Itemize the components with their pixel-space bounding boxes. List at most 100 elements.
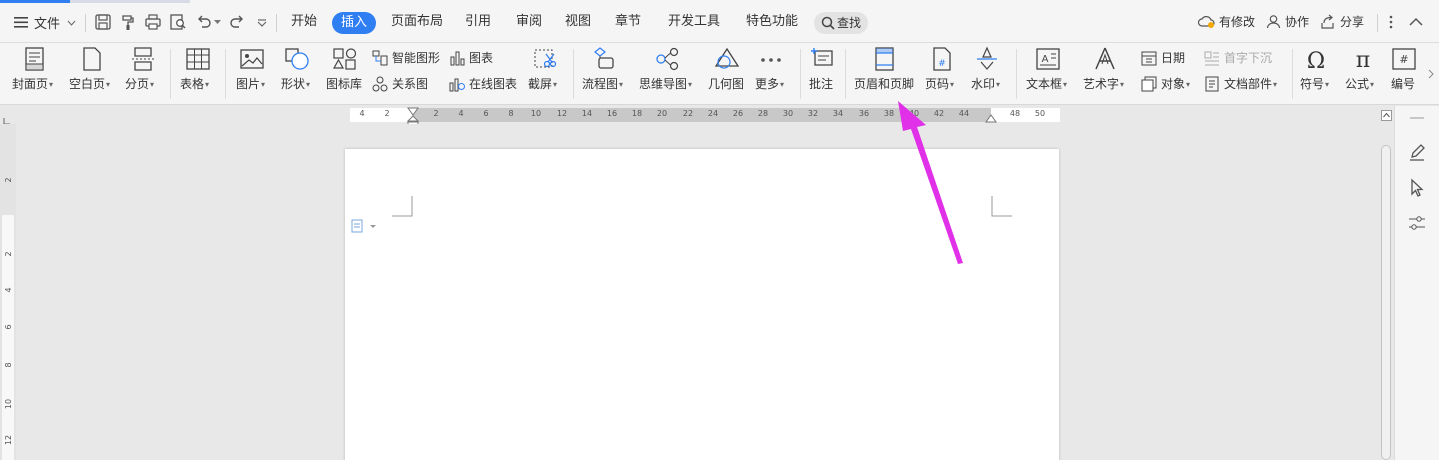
ruler-tick-label: 10 — [530, 109, 542, 118]
panel-menu-icon[interactable] — [1407, 108, 1427, 128]
right-indent-marker[interactable] — [985, 113, 997, 123]
vertical-scrollbar[interactable] — [1381, 145, 1391, 460]
tab-view[interactable]: 视图 — [565, 13, 591, 31]
tab-special-features[interactable]: 特色功能 — [746, 13, 798, 31]
mindmap-button[interactable]: 思维导图▾ — [638, 43, 700, 105]
formula-button[interactable]: π 公式▾ — [1344, 43, 1384, 105]
picture-button[interactable]: 图片▾ — [234, 43, 274, 105]
margin-corner-top-left — [392, 196, 413, 217]
header-footer-button[interactable]: 页眉和页脚 — [852, 43, 918, 105]
more-options-icon[interactable] — [1389, 15, 1393, 29]
page-number-button[interactable]: # 页码▾ — [924, 43, 964, 105]
online-chart-button[interactable]: 在线图表 — [449, 75, 521, 93]
relation-chart-button[interactable]: 关系图 — [372, 75, 434, 93]
pi-icon: π — [1356, 48, 1370, 73]
ruler-tick-label: 30 — [782, 109, 794, 118]
page-number-icon: # — [933, 47, 951, 71]
vertical-ruler-tick-label: 10 — [4, 398, 13, 410]
customize-toolbar-icon[interactable] — [257, 19, 267, 27]
watermark-button[interactable]: 水印▾ — [970, 43, 1010, 105]
numbering-button[interactable]: # 编号 — [1389, 43, 1421, 105]
tab-review[interactable]: 审阅 — [516, 13, 542, 31]
paste-options-icon[interactable] — [351, 219, 379, 233]
tab-insert[interactable]: 插入 — [332, 12, 377, 34]
ruler-tick-label: 44 — [958, 109, 970, 118]
ruler-tick-label: 2 — [384, 109, 390, 118]
print-icon[interactable] — [144, 13, 162, 31]
object-button[interactable]: 对象▾ — [1141, 75, 1201, 93]
save-icon[interactable] — [94, 13, 112, 31]
icon-library-button[interactable]: 图标库 — [324, 43, 368, 105]
shape-button[interactable]: 形状▾ — [279, 43, 319, 105]
vertical-ruler-tick-label: 2 — [4, 177, 13, 183]
divider — [225, 49, 226, 99]
wordart-button[interactable]: 艺术字▾ — [1082, 43, 1132, 105]
formula-label: 公式 — [1345, 77, 1370, 91]
watermark-icon — [977, 46, 997, 70]
table-button[interactable]: 表格▾ — [178, 43, 218, 105]
print-preview-icon[interactable] — [169, 13, 187, 31]
more-label: 更多 — [755, 77, 780, 91]
tab-developer[interactable]: 开发工具 — [668, 13, 720, 31]
relation-chart-label: 关系图 — [392, 77, 429, 91]
document-page[interactable] — [345, 149, 1059, 460]
textbox-button[interactable]: A 文本框▾ — [1025, 43, 1075, 105]
collaborate-label: 协作 — [1285, 15, 1310, 29]
share-label: 分享 — [1340, 15, 1365, 29]
comment-button[interactable]: 批注 — [806, 43, 840, 105]
icon-library-icon — [332, 48, 357, 70]
symbol-button[interactable]: Ω 符号▾ — [1299, 43, 1339, 105]
tab-chapter[interactable]: 章节 — [615, 13, 641, 31]
ruler-tick-label: 22 — [682, 109, 694, 118]
date-button[interactable]: 日期 — [1141, 49, 1191, 67]
hamburger-icon — [14, 17, 28, 28]
tab-page-layout[interactable]: 页面布局 — [391, 13, 443, 31]
relation-chart-icon — [372, 76, 388, 92]
edit-pen-icon[interactable] — [1407, 142, 1427, 162]
file-menu[interactable]: 文件 — [12, 12, 78, 34]
search-button[interactable]: 查找 — [814, 12, 868, 34]
page-break-icon — [132, 47, 154, 71]
divider — [1377, 14, 1378, 32]
textbox-icon: A — [1036, 48, 1060, 70]
flowchart-button[interactable]: 流程图▾ — [581, 43, 631, 105]
page-break-button[interactable]: 分页▾ — [124, 43, 164, 105]
divider — [573, 49, 574, 99]
undo-dropdown-icon[interactable] — [214, 20, 221, 25]
screenshot-icon — [534, 49, 557, 68]
comment-label: 批注 — [809, 77, 834, 91]
ruler-tick-label: 24 — [707, 109, 719, 118]
modified-button[interactable]: 有修改 — [1197, 13, 1258, 31]
screenshot-button[interactable]: 截屏▾ — [526, 43, 566, 105]
page-number-label: 页码 — [925, 77, 950, 91]
blank-page-icon — [83, 47, 101, 71]
chevron-down-icon — [67, 20, 76, 26]
share-button[interactable]: 分享 — [1320, 13, 1368, 31]
file-label: 文件 — [34, 17, 61, 32]
smart-shape-button[interactable]: 智能图形 — [372, 49, 444, 67]
shape-label: 形状 — [281, 77, 306, 91]
undo-icon[interactable] — [195, 13, 213, 31]
format-painter-icon[interactable] — [119, 13, 137, 31]
scroll-up-icon[interactable] — [1381, 110, 1392, 121]
document-parts-button[interactable]: 文档部件▾ — [1204, 75, 1284, 93]
comment-icon — [811, 48, 833, 66]
more-button[interactable]: 更多▾ — [754, 43, 794, 105]
chart-button[interactable]: 图表 — [449, 49, 499, 67]
redo-icon[interactable] — [228, 13, 246, 31]
ribbon-scroll-right-icon[interactable] — [1428, 69, 1434, 79]
settings-sliders-icon[interactable] — [1407, 213, 1427, 233]
ruler-tick-label: 4 — [458, 109, 464, 118]
collapse-ribbon-icon[interactable] — [1409, 17, 1423, 26]
drop-cap-label: 首字下沉 — [1224, 51, 1273, 65]
mindmap-label: 思维导图 — [639, 77, 688, 91]
tab-home[interactable]: 开始 — [291, 13, 317, 31]
svg-text:Ω: Ω — [1307, 49, 1325, 74]
geometry-button[interactable]: 几何图 — [706, 43, 750, 105]
cover-page-button[interactable]: 封面页▾ — [10, 43, 60, 105]
tab-references[interactable]: 引用 — [465, 13, 491, 31]
blank-page-button[interactable]: 空白页▾ — [68, 43, 118, 105]
drop-cap-button: 首字下沉 — [1204, 49, 1278, 67]
collaborate-button[interactable]: 协作 — [1266, 13, 1314, 31]
select-cursor-icon[interactable] — [1407, 178, 1427, 198]
